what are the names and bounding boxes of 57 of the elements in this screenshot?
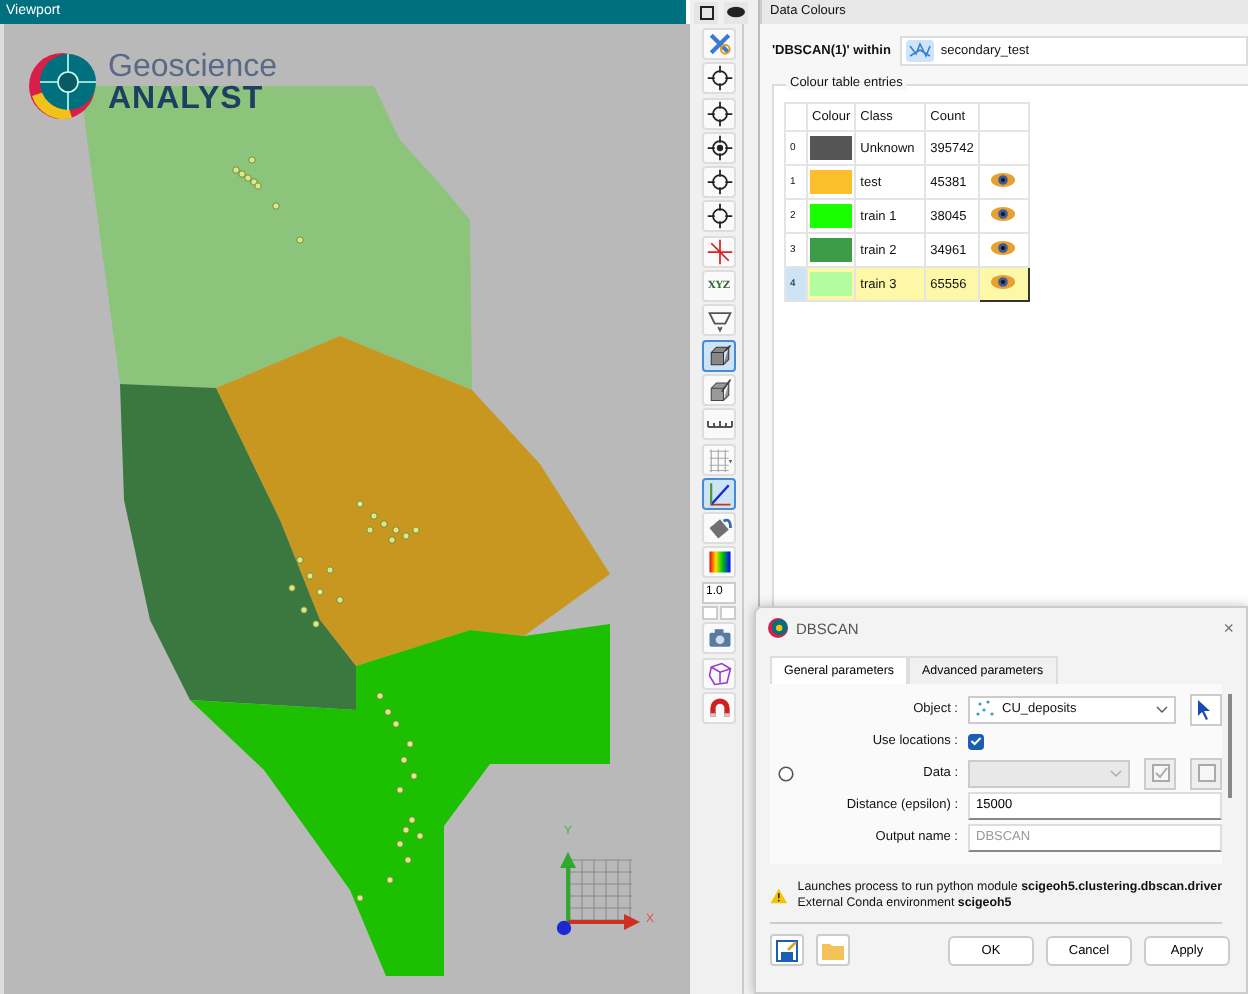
crosshair-icon	[705, 133, 733, 162]
toolbar-button[interactable]	[702, 62, 736, 95]
ruler-icon	[705, 420, 733, 429]
chevron-down-icon	[1110, 769, 1123, 777]
toolbar-button[interactable]	[702, 200, 736, 233]
cursor-icon	[1198, 699, 1213, 719]
colour-swatch[interactable]	[810, 204, 853, 228]
cube-icon	[705, 341, 733, 370]
colour-swatch[interactable]	[810, 272, 853, 296]
folder-icon	[822, 941, 844, 959]
chevron-down-icon	[1155, 705, 1168, 713]
app-logo-icon	[768, 618, 788, 638]
toolbar-button[interactable]	[702, 166, 736, 199]
checkbox-icon	[1197, 764, 1216, 782]
crosshair-icon	[705, 168, 733, 197]
eye-icon[interactable]	[990, 240, 1017, 256]
axes-icon	[705, 479, 733, 508]
toolbar-button[interactable]	[702, 339, 736, 372]
eye-icon[interactable]	[990, 274, 1017, 290]
color-bar-icon	[705, 548, 733, 577]
visibility-button[interactable]	[724, 1, 748, 23]
checkbox-icon	[1151, 764, 1170, 782]
eye-icon[interactable]	[990, 206, 1017, 222]
colour-swatch[interactable]	[810, 238, 853, 262]
paint-bucket-icon	[705, 514, 733, 543]
toolbar-button[interactable]	[702, 477, 736, 510]
point-cloud-icon	[976, 700, 996, 718]
pick-button[interactable]	[1189, 693, 1222, 725]
zoom-extents-icon	[705, 30, 733, 58]
cube-icon	[705, 375, 733, 404]
logo-text: ANALYST	[108, 84, 266, 116]
eye-icon[interactable]	[990, 172, 1017, 188]
point-cloud-icon	[906, 40, 935, 62]
logo-text: Geoscience	[108, 52, 277, 84]
camera-icon	[705, 624, 733, 653]
close-button[interactable]: ×	[1223, 618, 1234, 638]
logo-icon	[29, 53, 97, 120]
axis-triad-drawing	[556, 852, 640, 936]
crosshair-icon	[705, 202, 733, 231]
trapezoid-icon	[705, 306, 733, 335]
eye-icon	[726, 6, 746, 18]
scrollbar[interactable]	[1228, 694, 1232, 798]
colour-swatch[interactable]	[810, 136, 853, 160]
save-button[interactable]	[770, 934, 804, 966]
crosshair-icon	[705, 64, 733, 93]
toolbar-button[interactable]	[702, 97, 736, 130]
grid-icon	[705, 445, 733, 474]
restore-icon	[699, 5, 713, 19]
asterisk-icon	[705, 237, 733, 266]
restore-button[interactable]	[694, 1, 718, 23]
wireframe-icon	[705, 659, 733, 688]
save-icon	[776, 939, 798, 961]
checkbox[interactable]	[968, 733, 984, 749]
magnet-icon	[705, 693, 733, 722]
crosshair-icon	[705, 99, 733, 128]
toolbar-button[interactable]	[702, 131, 736, 164]
colour-swatch[interactable]	[810, 170, 853, 194]
